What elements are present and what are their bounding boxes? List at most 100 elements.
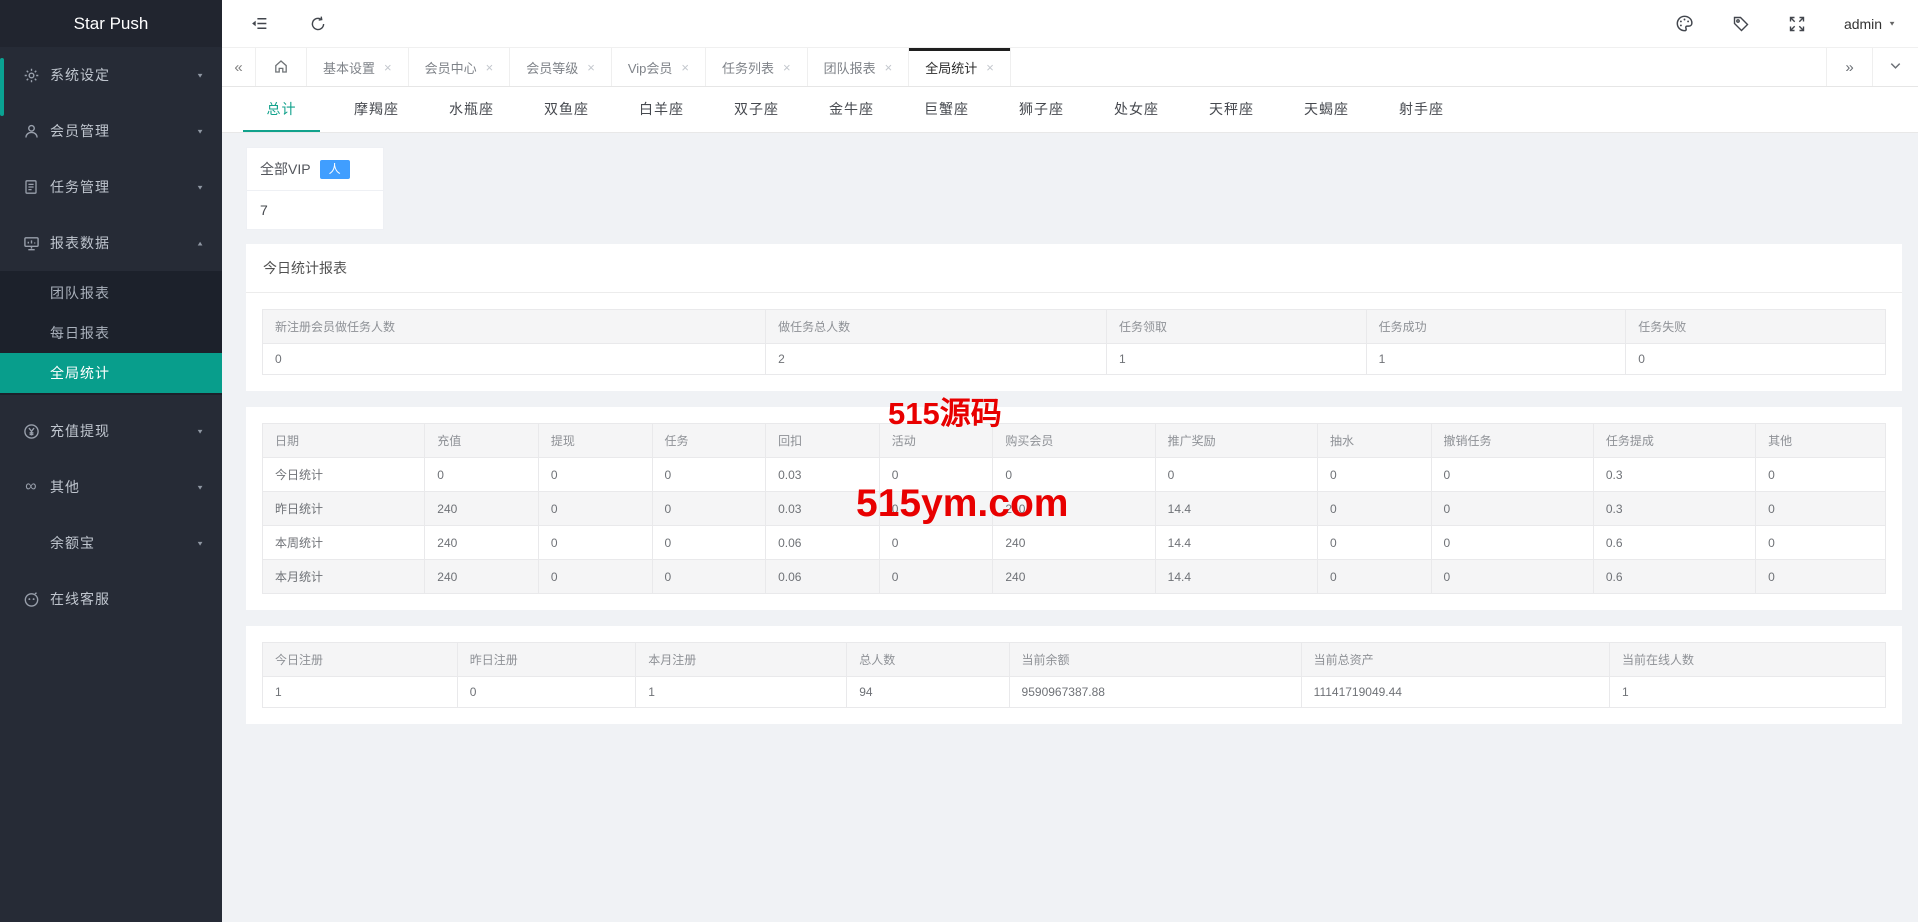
summary-panel: 今日注册昨日注册本月注册总人数当前余额当前总资产当前在线人数1019495909… [246, 626, 1902, 724]
column-header: 昨日注册 [457, 643, 636, 677]
column-header: 任务成功 [1366, 310, 1626, 344]
sidebar-item-label: 充值提现 [50, 421, 196, 441]
theme-palette-icon[interactable] [1675, 14, 1694, 33]
tab-scorpio[interactable]: 天蝎座 [1279, 87, 1374, 132]
tab-home[interactable] [256, 48, 307, 86]
table-cell: 0 [1626, 344, 1886, 375]
tab-basic-settings[interactable]: 基本设置 × [307, 48, 409, 86]
column-header: 任务提成 [1593, 424, 1755, 458]
tab-team-report[interactable]: 团队报表 × [808, 48, 910, 86]
table-cell: 0 [1431, 560, 1593, 594]
column-header: 总人数 [847, 643, 1009, 677]
table-cell: 0 [1155, 458, 1317, 492]
tag-icon[interactable] [1732, 15, 1750, 33]
close-icon[interactable]: × [384, 60, 392, 75]
column-header: 当前在线人数 [1610, 643, 1886, 677]
sidebar-item-global-stats[interactable]: 全局统计 [0, 353, 222, 393]
tab-sagittarius[interactable]: 射手座 [1374, 87, 1469, 132]
close-icon[interactable]: × [587, 60, 595, 75]
home-icon [273, 58, 289, 77]
table-cell: 1 [1366, 344, 1626, 375]
tab-libra[interactable]: 天秤座 [1184, 87, 1279, 132]
sidebar-item-report-data[interactable]: 报表数据 ▲ [0, 215, 222, 271]
column-header: 本月注册 [636, 643, 847, 677]
table-cell: 0.03 [766, 492, 880, 526]
period-stats-table: 日期充值提现任务回扣活动购买会员推广奖励抽水撤销任务任务提成其他今日统计0000… [262, 423, 1886, 594]
vip-count-badge: 人 [320, 160, 350, 179]
main-area: admin ▼ « 基本设置 × 会员中心 × 会员等级 [222, 0, 1918, 922]
fullscreen-icon[interactable] [1788, 15, 1806, 33]
tab-total[interactable]: 总计 [234, 87, 329, 132]
table-cell: 0.6 [1593, 560, 1755, 594]
table-cell: 0 [538, 492, 652, 526]
task-icon [22, 179, 40, 195]
close-icon[interactable]: × [681, 60, 689, 75]
tab-capricorn[interactable]: 摩羯座 [329, 87, 424, 132]
app-window: Star Push 系统设定 ▼ 会员管理 ▼ 任 [0, 0, 1918, 922]
column-header: 充值 [425, 424, 539, 458]
sidebar-item-label: 会员管理 [50, 121, 196, 141]
tab-taurus[interactable]: 金牛座 [804, 87, 899, 132]
tab-task-list[interactable]: 任务列表 × [706, 48, 808, 86]
sidebar-item-daily-report[interactable]: 每日报表 [0, 313, 222, 353]
table-cell: 0 [652, 560, 766, 594]
header-row: 今日注册昨日注册本月注册总人数当前余额当前总资产当前在线人数 [263, 643, 1886, 677]
column-header: 其他 [1756, 424, 1886, 458]
tab-pisces[interactable]: 双鱼座 [519, 87, 614, 132]
sidebar-item-online-service[interactable]: 在线客服 [0, 571, 222, 627]
user-menu[interactable]: admin ▼ [1844, 16, 1896, 32]
vip-card-value: 7 [247, 191, 383, 229]
sidebar-item-task-management[interactable]: 任务管理 ▼ [0, 159, 222, 215]
table-cell: 240 [425, 526, 539, 560]
tab-cancer[interactable]: 巨蟹座 [899, 87, 994, 132]
column-header: 日期 [263, 424, 425, 458]
table-cell: 0 [538, 526, 652, 560]
table-row: 101949590967387.8811141719049.441 [263, 677, 1886, 708]
top-header: admin ▼ [222, 0, 1918, 47]
table-cell: 14.4 [1155, 492, 1317, 526]
tab-label: 会员中心 [425, 58, 477, 77]
tab-gemini[interactable]: 双子座 [709, 87, 804, 132]
column-header: 任务领取 [1106, 310, 1366, 344]
table-cell: 0 [1431, 458, 1593, 492]
sidebar-item-yuebao[interactable]: 余额宝 ▼ [0, 515, 222, 571]
tab-label: 基本设置 [323, 58, 375, 77]
sidebar-item-system-settings[interactable]: 系统设定 ▼ [0, 47, 222, 103]
table-cell: 240 [425, 560, 539, 594]
refresh-icon[interactable] [309, 15, 327, 33]
tabs-menu-button[interactable] [1872, 48, 1918, 86]
menu-fold-icon[interactable] [250, 14, 269, 33]
table-cell: 94 [847, 677, 1009, 708]
tab-leo[interactable]: 狮子座 [994, 87, 1089, 132]
table-cell: 0.06 [766, 526, 880, 560]
content-area: 总计 摩羯座 水瓶座 双鱼座 白羊座 双子座 金牛座 巨蟹座 狮子座 处女座 天… [222, 87, 1918, 922]
table-cell: 0.3 [1593, 492, 1755, 526]
sidebar-scrollbar[interactable] [0, 58, 4, 116]
table-row: 昨日统计240000.03024014.4000.30 [263, 492, 1886, 526]
sidebar-item-team-report[interactable]: 团队报表 [0, 273, 222, 313]
tab-member-level[interactable]: 会员等级 × [510, 48, 612, 86]
chevron-up-icon: ▲ [196, 239, 204, 246]
table-row: 02110 [263, 344, 1886, 375]
tab-member-center[interactable]: 会员中心 × [409, 48, 511, 86]
tab-global-stats[interactable]: 全局统计 × [909, 48, 1011, 86]
tabs-scroll-left-button[interactable]: « [222, 48, 256, 86]
table-cell: 0 [879, 458, 993, 492]
sidebar-item-other[interactable]: ∞ 其他 ▼ [0, 459, 222, 515]
sidebar-item-member-management[interactable]: 会员管理 ▼ [0, 103, 222, 159]
sidebar-item-recharge-withdraw[interactable]: 充值提现 ▼ [0, 403, 222, 459]
close-icon[interactable]: × [783, 60, 791, 75]
close-icon[interactable]: × [885, 60, 893, 75]
tabs-scroll-right-button[interactable]: » [1826, 48, 1872, 86]
table-cell: 1 [1610, 677, 1886, 708]
sidebar-submenu-reports: 团队报表 每日报表 全局统计 [0, 271, 222, 395]
tab-vip-member[interactable]: Vip会员 × [612, 48, 706, 86]
tab-aries[interactable]: 白羊座 [614, 87, 709, 132]
panel-title: 今日统计报表 [246, 244, 1902, 293]
close-icon[interactable]: × [486, 60, 494, 75]
table-cell: 11141719049.44 [1301, 677, 1609, 708]
close-icon[interactable]: × [986, 60, 994, 75]
tab-aquarius[interactable]: 水瓶座 [424, 87, 519, 132]
table-cell: 0 [1317, 560, 1431, 594]
tab-virgo[interactable]: 处女座 [1089, 87, 1184, 132]
